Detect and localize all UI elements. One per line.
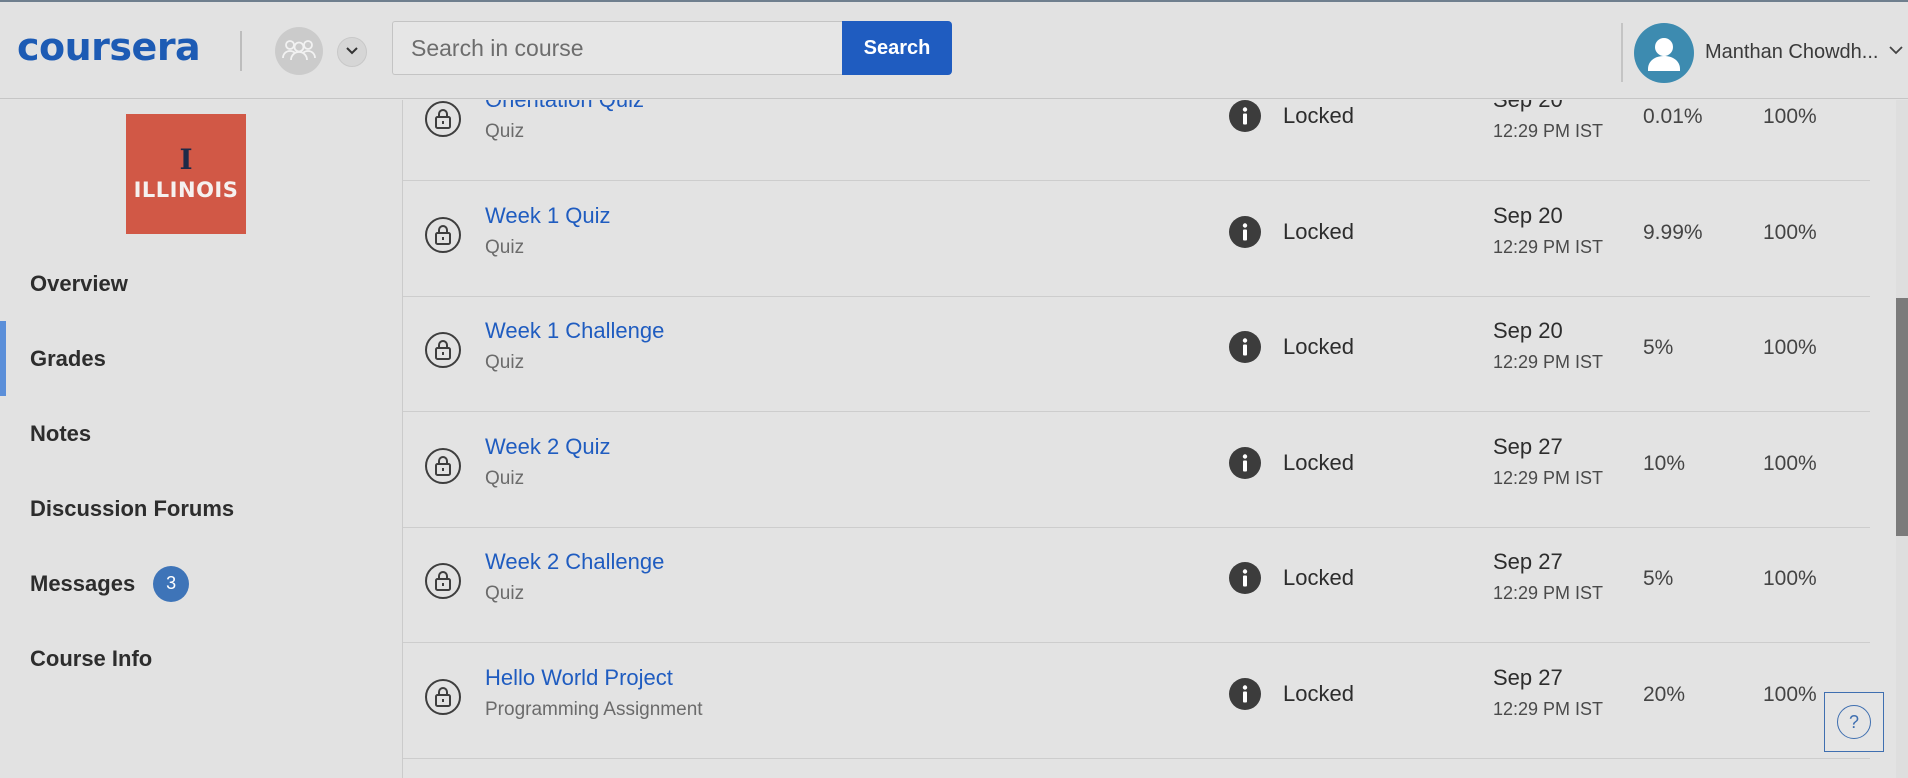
assignment-title-link[interactable]: Hello World Project [485,665,673,691]
course-logo-text: ILLINOIS [133,178,239,202]
weight-value: 10% [1643,451,1686,475]
page-scrollbar-thumb[interactable] [1896,298,1908,536]
course-logo[interactable]: I ILLINOIS [126,114,246,234]
block-i-logo: I [179,143,193,176]
assignment-type: Quiz [485,236,525,258]
weight-value: 20% [1643,682,1686,706]
info-icon[interactable] [1229,331,1261,363]
due-date: Sep 27 [1493,433,1563,459]
search-button[interactable]: Search [842,21,952,75]
sidebar-item-messages[interactable]: Messages 3 [0,546,402,621]
sidebar-item-course-info[interactable]: Course Info [0,621,402,696]
user-divider [1621,23,1623,82]
grade-row: Orientation Quiz Quiz Locked Sep 20 12:2… [403,100,1870,181]
grade-value: 100% [1763,567,1817,590]
assignment-title-link[interactable]: Week 2 Quiz [485,434,611,460]
status-label: Locked [1283,103,1354,128]
header-divider [240,31,242,71]
due-date: Sep 20 [1493,318,1563,343]
status-label: Locked [1283,565,1354,590]
assignment-title-link[interactable]: Week 1 Challenge [485,318,664,344]
top-navigation-bar: coursera Search Manthan Chowdh... [0,0,1908,99]
due-time: 12:29 PM IST [1493,121,1604,141]
help-icon: ? [1837,705,1871,739]
status-label: Locked [1283,680,1354,706]
grade-value: 100% [1763,451,1817,475]
grade-value: 100% [1763,220,1817,244]
group-icon [281,37,317,66]
grade-row: Week 2 Quiz Quiz Locked Sep 27 12:29 PM … [403,412,1870,528]
sidebar-item-label: Overview [30,270,128,296]
chevron-down-icon [345,43,359,61]
due-date: Sep 27 [1493,549,1563,574]
sidebar-item-label: Notes [30,420,92,446]
info-icon[interactable] [1229,677,1261,710]
info-icon[interactable] [1229,562,1261,594]
sidebar-nav: Overview Grades Notes Discussion Forums … [0,246,402,696]
grade-row: Week 1 Challenge Quiz Locked Sep 20 12:2… [403,297,1870,412]
sidebar-item-grades[interactable]: Grades [0,321,402,396]
user-name[interactable]: Manthan Chowdh... [1705,41,1878,64]
due-time: 12:29 PM IST [1493,352,1604,372]
due-date: Sep 27 [1493,664,1563,690]
grade-row: Week 2 Challenge Quiz Locked Sep 27 12:2… [403,528,1870,643]
sidebar-item-label: Grades [30,345,106,371]
course-sidebar: I ILLINOIS Overview Grades Notes Discuss… [0,100,402,778]
grade-value: 100% [1763,105,1817,128]
weight-value: 9.99% [1643,220,1703,244]
sidebar-item-overview[interactable]: Overview [0,246,402,321]
sidebar-item-notes[interactable]: Notes [0,396,402,471]
assignment-type: Programming Assignment [485,698,703,720]
status-label: Locked [1283,334,1354,359]
coursera-logo[interactable]: coursera [17,25,201,69]
lock-icon [425,678,461,715]
grade-row: Week 1 Quiz Quiz Locked Sep 20 12:29 PM … [403,181,1870,297]
sidebar-item-discussion-forums[interactable]: Discussion Forums [0,471,402,546]
weight-value: 5% [1643,336,1674,359]
sidebar-item-label: Discussion Forums [30,495,235,521]
grade-value: 100% [1763,336,1817,359]
grade-row: Hello World Project Programming Assignme… [403,643,1870,759]
assignment-title-link[interactable]: Week 2 Challenge [485,549,664,575]
messages-count-badge: 3 [153,565,190,602]
info-icon[interactable] [1229,446,1261,479]
grade-value: 100% [1763,682,1817,706]
assignment-type: Quiz [485,467,525,489]
user-menu-chevron-icon[interactable] [1888,43,1904,61]
lock-icon [425,216,461,253]
info-icon[interactable] [1229,215,1261,248]
group-switcher-button[interactable] [275,27,323,75]
sidebar-item-label: Course Info [30,645,153,671]
weight-value: 0.01% [1643,105,1703,128]
user-avatar-icon[interactable] [1634,23,1694,83]
due-date: Sep 20 [1493,202,1563,228]
lock-icon [425,332,461,368]
status-label: Locked [1283,449,1354,475]
assignment-type: Quiz [485,583,525,604]
assignment-title-link[interactable]: Orientation Quiz [485,100,644,113]
assignment-type: Quiz [485,121,525,142]
info-icon[interactable] [1229,100,1261,132]
group-dropdown-button[interactable] [337,37,367,67]
assignment-type: Quiz [485,352,525,373]
due-time: 12:29 PM IST [1493,698,1604,719]
lock-icon [425,101,461,137]
lock-icon [425,447,461,484]
sidebar-item-label: Messages [30,570,136,596]
assignment-title-link[interactable]: Week 1 Quiz [485,203,611,229]
grades-list: Orientation Quiz Quiz Locked Sep 20 12:2… [402,100,1870,778]
due-time: 12:29 PM IST [1493,467,1604,488]
help-button[interactable]: ? [1824,692,1884,752]
lock-icon [425,563,461,599]
status-label: Locked [1283,218,1354,244]
search-input[interactable] [392,21,842,75]
due-time: 12:29 PM IST [1493,583,1604,603]
weight-value: 5% [1643,567,1674,590]
due-date: Sep 20 [1493,100,1563,113]
due-time: 12:29 PM IST [1493,236,1604,257]
